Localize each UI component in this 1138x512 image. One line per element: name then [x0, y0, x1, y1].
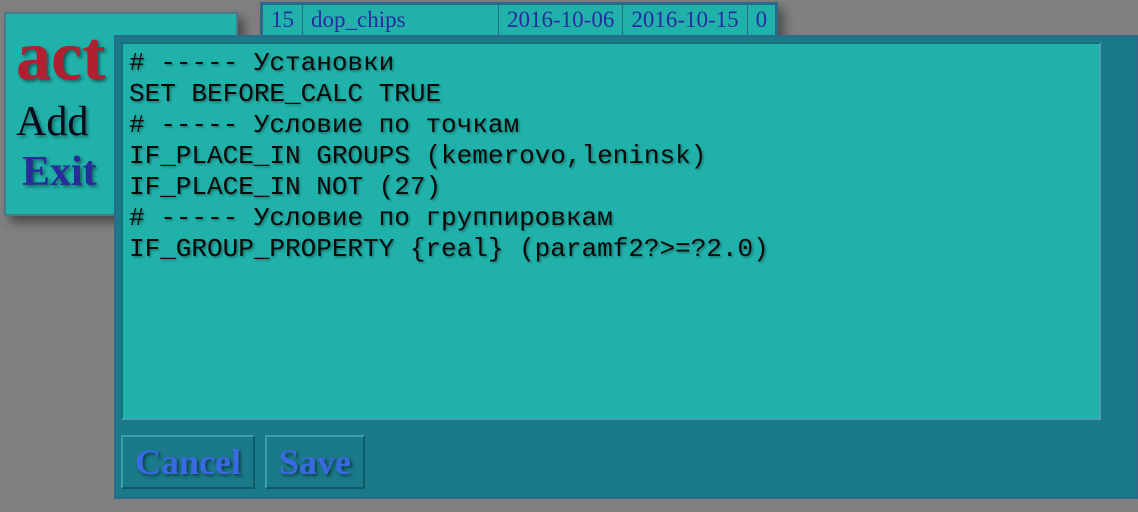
- records-table-wrap: 15 dop_chips 2016-10-06 2016-10-15 0: [260, 2, 778, 38]
- cancel-button[interactable]: Cancel: [121, 435, 255, 489]
- cell-date-to: 2016-10-15: [623, 5, 747, 36]
- records-table: 15 dop_chips 2016-10-06 2016-10-15 0: [262, 4, 776, 36]
- table-row[interactable]: 15 dop_chips 2016-10-06 2016-10-15 0: [263, 5, 776, 36]
- modal-button-row: Cancel Save: [121, 435, 1131, 489]
- code-editor[interactable]: [121, 42, 1101, 420]
- cell-id: 15: [263, 5, 303, 36]
- save-button[interactable]: Save: [265, 435, 365, 489]
- cell-date-from: 2016-10-06: [499, 5, 623, 36]
- editor-modal: Cancel Save: [114, 35, 1138, 499]
- cell-flag: 0: [747, 5, 776, 36]
- cell-name: dop_chips: [303, 5, 499, 36]
